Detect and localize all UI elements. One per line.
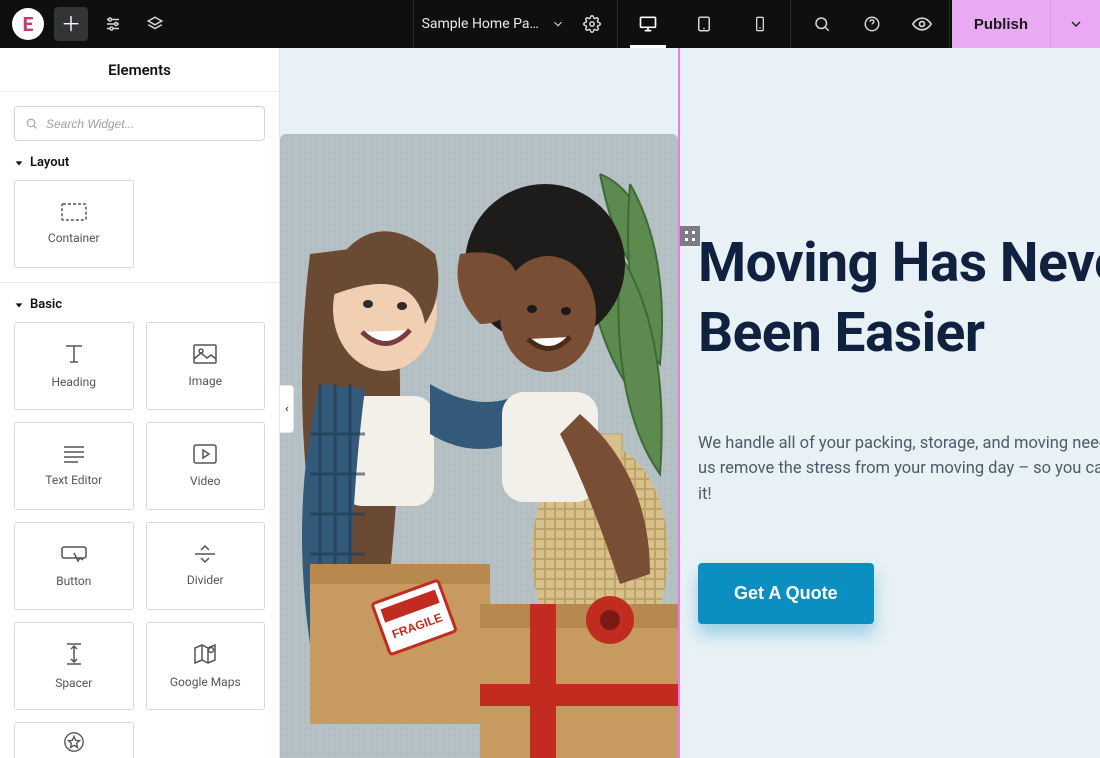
layout-widgets: Container xyxy=(14,180,265,268)
hero-heading-line1: Moving Has Never xyxy=(698,231,1100,295)
widget-heading[interactable]: Heading xyxy=(14,322,134,410)
hero-section[interactable]: FRAGILE Moving Has Never Been Easier We … xyxy=(280,48,1100,758)
hero-text-column[interactable]: Moving Has Never Been Easier We handle a… xyxy=(698,228,1100,624)
caret-down-icon xyxy=(14,158,24,168)
divider xyxy=(949,0,950,48)
layers-icon xyxy=(146,15,164,33)
widget-container[interactable]: Container xyxy=(14,180,134,268)
widget-video[interactable]: Video xyxy=(146,422,266,510)
desktop-icon xyxy=(638,14,658,34)
widget-divider-label: Divider xyxy=(187,573,224,587)
site-settings-button[interactable] xyxy=(96,7,130,41)
element-drag-handle[interactable] xyxy=(680,226,700,246)
mobile-icon xyxy=(752,16,768,32)
device-desktop-button[interactable] xyxy=(620,0,676,48)
help-icon xyxy=(863,15,881,33)
widget-text-editor-label: Text Editor xyxy=(45,473,102,487)
category-basic-label: Basic xyxy=(30,297,62,312)
hero-paragraph[interactable]: We handle all of your packing, storage, … xyxy=(698,431,1100,508)
elementor-logo-icon[interactable]: E xyxy=(12,8,44,40)
eye-icon xyxy=(912,14,932,34)
hero-heading[interactable]: Moving Has Never Been Easier xyxy=(698,228,1100,369)
widget-button-label: Button xyxy=(56,574,91,588)
widget-spacer-label: Spacer xyxy=(55,676,92,690)
device-tablet-button[interactable] xyxy=(676,0,732,48)
category-divider xyxy=(0,282,279,283)
preview-button[interactable] xyxy=(897,0,947,48)
hero-heading-line2: Been Easier xyxy=(698,301,985,365)
widget-image-label: Image xyxy=(189,374,222,388)
search-widget-field[interactable] xyxy=(14,106,265,141)
search-icon xyxy=(813,15,831,33)
editor-canvas[interactable]: FRAGILE Moving Has Never Been Easier We … xyxy=(280,48,1100,758)
image-icon xyxy=(193,344,217,364)
widget-divider[interactable]: Divider xyxy=(146,522,266,610)
topbar-right: Publish xyxy=(797,0,1100,48)
basic-widgets: Heading Image Text Editor xyxy=(14,322,265,758)
panel-collapse-handle[interactable] xyxy=(280,385,294,433)
star-icon xyxy=(63,731,85,753)
category-layout-toggle[interactable]: Layout xyxy=(14,155,265,170)
spacer-icon xyxy=(65,642,83,666)
elements-panel: Elements Layout Contai xyxy=(0,48,280,758)
widget-container-label: Container xyxy=(48,231,100,245)
map-icon xyxy=(193,643,217,665)
panel-title: Elements xyxy=(0,48,279,92)
page-title: Sample Home Pa… xyxy=(422,16,539,32)
widget-google-maps-label: Google Maps xyxy=(170,675,241,689)
tablet-icon xyxy=(695,15,713,33)
add-element-button[interactable]: ＋ xyxy=(54,7,88,41)
button-icon xyxy=(61,544,87,564)
publish-options-button[interactable] xyxy=(1050,0,1100,48)
chevron-down-icon xyxy=(1068,16,1084,32)
divider xyxy=(790,0,791,48)
chevron-left-icon xyxy=(283,403,291,415)
category-layout-label: Layout xyxy=(30,155,69,170)
widget-image[interactable]: Image xyxy=(146,322,266,410)
help-button[interactable] xyxy=(847,0,897,48)
publish-button[interactable]: Publish xyxy=(952,0,1050,48)
text-editor-icon xyxy=(62,445,86,463)
divider-icon xyxy=(193,545,217,563)
topbar-left: E ＋ xyxy=(0,0,176,48)
search-input[interactable] xyxy=(46,117,254,131)
panel-body: Layout Container Basic xyxy=(0,92,279,758)
container-icon xyxy=(61,203,87,221)
page-switcher[interactable]: Sample Home Pa… xyxy=(416,0,571,48)
topbar: E ＋ Sample Home Pa… xyxy=(0,0,1100,48)
heading-icon xyxy=(62,343,86,365)
plus-icon: ＋ xyxy=(61,14,81,34)
element-selection-indicator xyxy=(678,48,680,758)
widget-google-maps[interactable]: Google Maps xyxy=(146,622,266,710)
device-mobile-button[interactable] xyxy=(732,0,788,48)
content: Elements Layout Contai xyxy=(0,48,1100,758)
widget-text-editor[interactable]: Text Editor xyxy=(14,422,134,510)
video-icon xyxy=(193,444,217,464)
widget-button[interactable]: Button xyxy=(14,522,134,610)
hero-image[interactable]: FRAGILE xyxy=(280,134,678,758)
gear-icon xyxy=(583,15,601,33)
widget-more[interactable] xyxy=(14,722,134,758)
divider xyxy=(413,0,414,48)
caret-down-icon xyxy=(14,300,24,310)
search-icon xyxy=(25,117,38,130)
widget-heading-label: Heading xyxy=(51,375,96,389)
responsive-devices xyxy=(620,0,788,48)
widget-spacer[interactable]: Spacer xyxy=(14,622,134,710)
page-settings-button[interactable] xyxy=(575,7,609,41)
sliders-icon xyxy=(104,15,122,33)
hero-cta-button[interactable]: Get A Quote xyxy=(698,563,874,624)
divider xyxy=(617,0,618,48)
structure-button[interactable] xyxy=(138,7,172,41)
topbar-middle: Sample Home Pa… xyxy=(407,0,797,48)
finder-button[interactable] xyxy=(797,0,847,48)
widget-video-label: Video xyxy=(190,474,221,488)
grid-dots-icon xyxy=(684,230,696,242)
chevron-down-icon xyxy=(551,17,565,31)
category-basic-toggle[interactable]: Basic xyxy=(14,297,265,312)
